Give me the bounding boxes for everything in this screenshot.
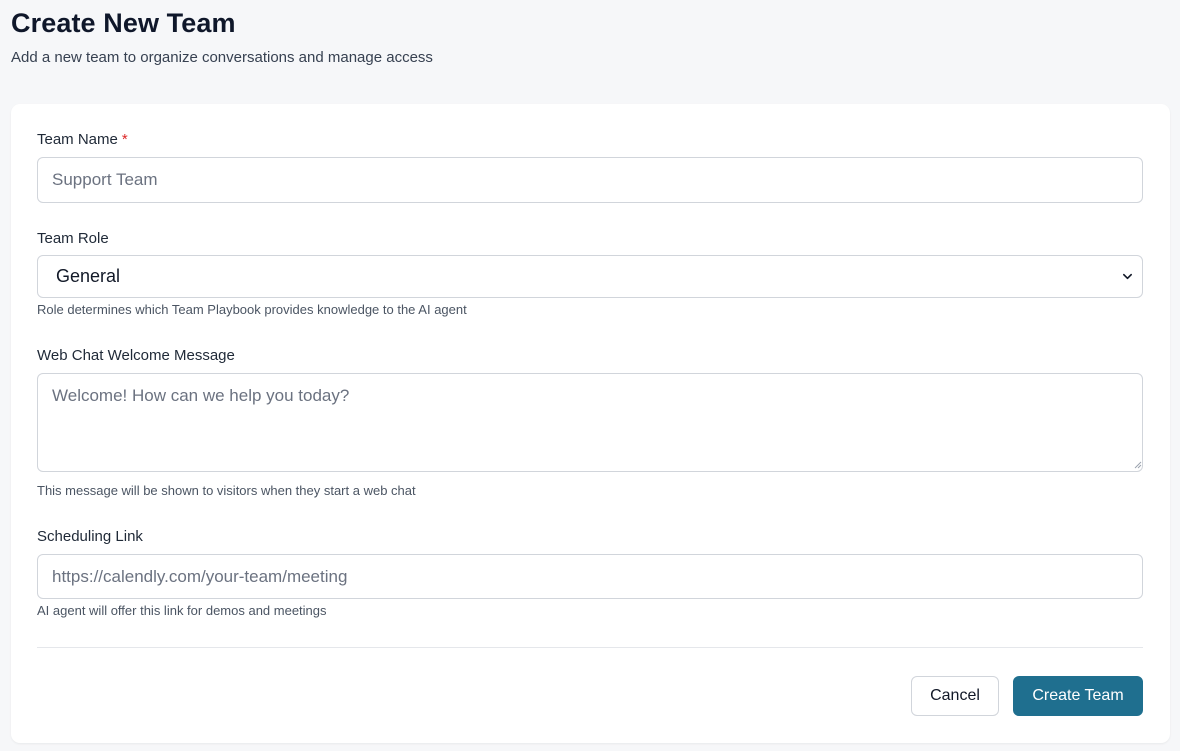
team-name-label-text: Team Name xyxy=(37,131,118,148)
required-asterisk: * xyxy=(121,131,128,148)
scheduling-link-hint: AI agent will offer this link for demos … xyxy=(37,603,327,618)
page-title: Create New Team xyxy=(11,8,236,38)
welcome-message-textarea[interactable] xyxy=(37,373,1143,472)
team-name-label: Team Name * xyxy=(37,131,128,148)
team-role-label: Team Role xyxy=(37,230,109,247)
create-team-form-card: Team Name* Team Role General Role determ… xyxy=(11,104,1170,743)
create-team-page: Create New Team Add a new team to organi… xyxy=(0,0,1180,751)
chevron-down-icon xyxy=(1123,273,1132,280)
scheduling-link-input[interactable] xyxy=(37,554,1143,599)
page-subtitle: Add a new team to organize conversations… xyxy=(11,49,433,66)
welcome-message-label: Web Chat Welcome Message xyxy=(37,347,235,364)
create-team-button[interactable]: Create Team xyxy=(1013,676,1143,716)
resize-grip-icon[interactable] xyxy=(1134,461,1142,469)
form-divider xyxy=(37,647,1143,648)
welcome-message-hint: This message will be shown to visitors w… xyxy=(37,483,416,498)
team-role-selected-value: General xyxy=(56,266,121,286)
team-role-select[interactable]: General xyxy=(37,255,1143,298)
team-name-input[interactable] xyxy=(37,157,1143,203)
team-role-hint: Role determines which Team Playbook prov… xyxy=(37,302,467,317)
cancel-button[interactable]: Cancel xyxy=(911,676,999,716)
scheduling-link-label: Scheduling Link xyxy=(37,528,143,545)
